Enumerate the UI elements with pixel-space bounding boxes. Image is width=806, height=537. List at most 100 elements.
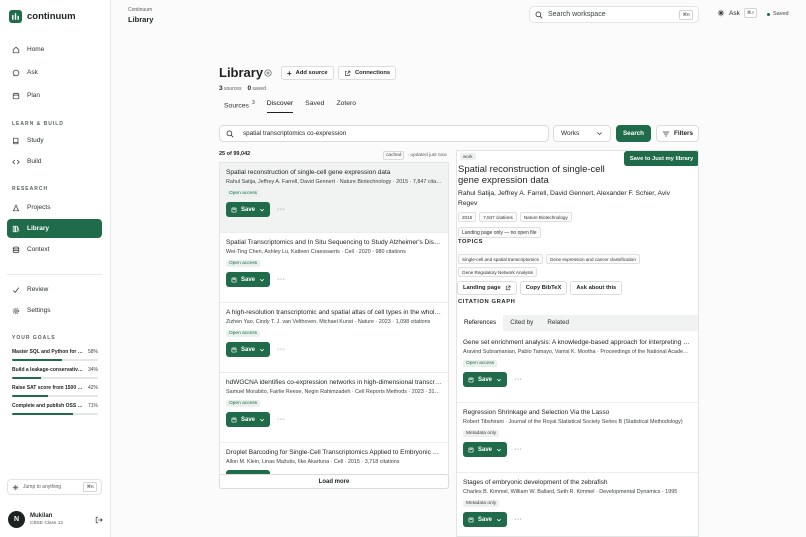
type-select[interactable]: Works bbox=[553, 125, 611, 142]
help-icon[interactable] bbox=[264, 69, 272, 77]
discover-search-input[interactable]: spatial transcriptomics co-expression bbox=[219, 125, 549, 142]
reference-card[interactable]: Gene set enrichment analysis: A knowledg… bbox=[457, 333, 698, 403]
ask-label: Ask bbox=[729, 9, 740, 17]
tab-related[interactable]: Related bbox=[540, 315, 576, 331]
tab-discover[interactable]: Discover bbox=[266, 99, 294, 114]
tab-zotero[interactable]: Zotero bbox=[336, 99, 356, 113]
topic-chip[interactable]: Single-cell and spatial transcriptomics bbox=[458, 254, 543, 264]
external-link-icon bbox=[345, 70, 351, 76]
more-options-icon[interactable]: ··· bbox=[514, 516, 523, 523]
sidebar-divider bbox=[7, 274, 102, 275]
sidebar-item-plan[interactable]: Plan bbox=[7, 86, 102, 105]
result-card[interactable]: A high-resolution transcriptomic and spa… bbox=[220, 303, 448, 373]
more-options-icon[interactable]: ··· bbox=[277, 206, 286, 213]
tab-sources[interactable]: Sources 3 bbox=[224, 99, 255, 113]
sidebar-item-build[interactable]: Build bbox=[7, 152, 102, 171]
sidebar-item-label: Home bbox=[27, 46, 45, 53]
goal-item[interactable]: Build a leakage-conservative churn model… bbox=[12, 367, 98, 379]
sidebar-item-label: Review bbox=[27, 286, 49, 293]
landing-page-button[interactable]: Landing page bbox=[457, 281, 517, 295]
more-options-icon[interactable]: ··· bbox=[514, 446, 523, 453]
more-options-icon[interactable]: ··· bbox=[277, 346, 286, 353]
result-title[interactable]: A high-resolution transcriptomic and spa… bbox=[226, 309, 442, 316]
citation-graph-heading: CITATION GRAPH bbox=[458, 299, 516, 305]
reference-card[interactable]: Stages of embryonic development of the z… bbox=[457, 473, 698, 536]
goal-item[interactable]: Master SQL and Python for data analysis … bbox=[12, 349, 98, 361]
save-button[interactable]: Save bbox=[463, 372, 508, 387]
save-label: Save bbox=[478, 376, 493, 383]
tab-references[interactable]: References bbox=[457, 315, 504, 331]
save-button[interactable]: Save bbox=[226, 412, 271, 427]
work-authors: Rahul Satija, Jeffrey A. Farrell, David … bbox=[458, 190, 670, 207]
save-label: Save bbox=[478, 446, 493, 453]
open-access-badge: Open access bbox=[226, 190, 260, 197]
work-type-tag: work bbox=[460, 153, 476, 160]
reference-meta: Aravind Subramanian, Pablo Tamayo, Vamsi… bbox=[463, 349, 692, 355]
ask-button[interactable]: Ask ⌘J bbox=[717, 8, 757, 18]
cache-time: · updated just now bbox=[407, 153, 447, 158]
workspace-search-input[interactable]: Search workspace ⌘K bbox=[529, 6, 699, 23]
tab-cited-by[interactable]: Cited by bbox=[503, 315, 540, 331]
sidebar-item-label: Settings bbox=[27, 307, 51, 314]
save-to-library-button[interactable]: Save to Just my library bbox=[624, 151, 698, 166]
bookmark-icon bbox=[231, 207, 237, 212]
bookmark-icon bbox=[468, 377, 474, 382]
tab-saved[interactable]: Saved bbox=[305, 99, 324, 113]
result-card[interactable]: hdWGCNA identifies co-expression network… bbox=[220, 373, 448, 443]
topic-chip[interactable]: Gene Regulatory Network Analysis bbox=[458, 267, 537, 277]
load-more-button[interactable]: Load more bbox=[219, 474, 449, 489]
reference-card[interactable]: Regression Shrinkage and Selection Via t… bbox=[457, 403, 698, 473]
ask-about-this-button[interactable]: Ask about this bbox=[570, 281, 623, 295]
save-button[interactable]: Save bbox=[226, 342, 271, 357]
cache-status: cached · updated just now bbox=[383, 151, 447, 160]
search-button[interactable]: Search bbox=[616, 125, 651, 142]
add-source-button[interactable]: + Add source bbox=[281, 66, 334, 80]
copy-bibtex-button[interactable]: Copy BibTeX bbox=[519, 281, 568, 295]
save-status-label: Saved bbox=[773, 11, 789, 17]
jump-label: Jump to anything bbox=[23, 484, 62, 490]
jump-to-anything-button[interactable]: Jump to anything ⌘K bbox=[7, 479, 102, 495]
logout-icon[interactable] bbox=[95, 516, 103, 524]
sidebar-item-library[interactable]: Library bbox=[7, 219, 102, 238]
sidebar-item-projects[interactable]: Projects bbox=[7, 198, 102, 217]
sidebar-item-ask[interactable]: Ask bbox=[7, 63, 102, 82]
reference-meta: Robert Tibshirani · Journal of the Royal… bbox=[463, 419, 683, 425]
sidebar-item-study[interactable]: Study bbox=[7, 131, 102, 150]
more-options-icon[interactable]: ··· bbox=[277, 276, 286, 283]
filters-button[interactable]: Filters bbox=[656, 125, 699, 142]
goal-progress-bar bbox=[12, 395, 98, 397]
sidebar-item-label: Ask bbox=[27, 69, 38, 76]
sidebar-item-settings[interactable]: Settings bbox=[7, 301, 102, 320]
sidebar-item-review[interactable]: Review bbox=[7, 280, 102, 299]
save-button[interactable]: Save bbox=[463, 442, 508, 457]
topic-chip[interactable]: Gene expression and cancer classificatio… bbox=[545, 254, 640, 264]
save-button[interactable]: Save bbox=[226, 202, 271, 217]
sidebar-item-home[interactable]: Home bbox=[7, 40, 102, 59]
landing-page-label: Landing page bbox=[463, 285, 501, 291]
goal-item[interactable]: Raise SAT score from 1500 to 1550 42% bbox=[12, 385, 98, 397]
top-bar: Continuum Library Search workspace ⌘K As… bbox=[111, 0, 806, 30]
save-label: Save bbox=[241, 206, 256, 213]
sidebar-item-context[interactable]: Context bbox=[7, 240, 102, 259]
more-options-icon[interactable]: ··· bbox=[514, 376, 523, 383]
goal-item[interactable]: Complete and publish OSS contributions 7… bbox=[12, 403, 98, 415]
reference-title[interactable]: Stages of embryonic development of the z… bbox=[463, 479, 692, 486]
connections-button[interactable]: Connections bbox=[338, 66, 397, 80]
brand[interactable]: continuum bbox=[9, 10, 76, 23]
more-options-icon[interactable]: ··· bbox=[277, 416, 286, 423]
result-title[interactable]: Spatial Transcriptomics and In Situ Sequ… bbox=[226, 239, 442, 246]
user-profile[interactable]: N Mukilan CBSE Class 12 bbox=[8, 511, 103, 528]
tab-label: Saved bbox=[305, 100, 325, 107]
result-title[interactable]: Spatial reconstruction of single-cell ge… bbox=[226, 169, 442, 176]
result-card[interactable]: Spatial Transcriptomics and In Situ Sequ… bbox=[220, 233, 448, 303]
reference-title[interactable]: Regression Shrinkage and Selection Via t… bbox=[463, 409, 692, 416]
sources-label: sources bbox=[224, 86, 242, 92]
save-button[interactable]: Save bbox=[226, 272, 271, 287]
reference-title[interactable]: Gene set enrichment analysis: A knowledg… bbox=[463, 339, 692, 346]
goal-percent: 58% bbox=[87, 349, 98, 355]
result-title[interactable]: hdWGCNA identifies co-expression network… bbox=[226, 379, 442, 386]
save-button[interactable]: Save bbox=[463, 512, 508, 527]
result-card[interactable]: Spatial reconstruction of single-cell ge… bbox=[220, 163, 448, 233]
result-title[interactable]: Droplet Barcoding for Single-Cell Transc… bbox=[226, 449, 442, 456]
breadcrumb-parent[interactable]: Continuum bbox=[128, 7, 152, 13]
